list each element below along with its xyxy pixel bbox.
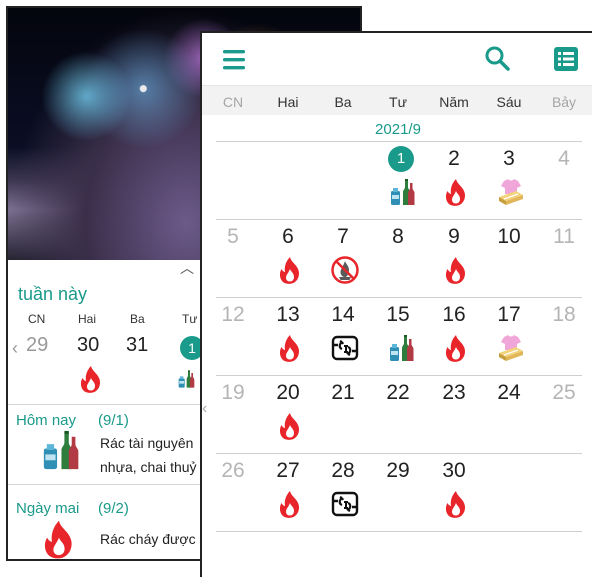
- calendar-day[interactable]: 26: [205, 459, 261, 483]
- weekday-mon: Hai: [277, 94, 299, 110]
- calendar-day[interactable]: 28: [315, 459, 371, 483]
- prev-week-icon[interactable]: ‹: [12, 338, 18, 359]
- bottles-icon: [386, 333, 416, 363]
- calendar-day[interactable]: 18: [536, 303, 592, 327]
- bottles-icon: [38, 428, 82, 472]
- calendar-day[interactable]: 15: [370, 303, 426, 327]
- calendar-day[interactable]: 17: [481, 303, 537, 327]
- row-divider: [216, 297, 582, 298]
- calendar-day[interactable]: 20: [260, 381, 316, 405]
- flame-icon: [38, 518, 80, 560]
- calendar-day[interactable]: 30: [426, 459, 482, 483]
- calendar-day[interactable]: 23: [426, 381, 482, 405]
- calendar-day[interactable]: 2: [426, 147, 482, 171]
- week-day[interactable]: 31: [126, 334, 148, 357]
- week-day[interactable]: 29: [26, 334, 48, 357]
- row-divider: [216, 375, 582, 376]
- calendar-day[interactable]: 21: [315, 381, 371, 405]
- tomorrow-date: (9/2): [98, 500, 129, 517]
- no-burn-icon: [330, 255, 360, 285]
- week-header-tue: Ba: [130, 312, 145, 326]
- calendar-day[interactable]: 16: [426, 303, 482, 327]
- list-icon[interactable]: [554, 47, 578, 71]
- clothes-icon: [496, 177, 526, 207]
- today-description-line1: Rác tài nguyên: [100, 435, 194, 451]
- week-header-sun: CN: [28, 312, 46, 326]
- flame-icon: [441, 177, 471, 207]
- calendar-screen: CN Hai Ba Tư Năm Sáu Bảy 2021/9 1 2 3 4 …: [200, 31, 592, 577]
- menu-icon[interactable]: [222, 49, 246, 71]
- calendar-day[interactable]: 9: [426, 225, 482, 249]
- calendar-day[interactable]: 7: [315, 225, 371, 249]
- weekday-header-row: CN Hai Ba Tư Năm Sáu Bảy: [202, 85, 592, 115]
- row-divider: [216, 141, 582, 142]
- weekday-sat: Bảy: [551, 94, 577, 110]
- flame-icon: [441, 489, 471, 519]
- flame-icon: [275, 333, 305, 363]
- flame-icon: [441, 255, 471, 285]
- tomorrow-label: Ngày mai: [16, 500, 80, 517]
- weekday-tue: Ba: [334, 94, 352, 110]
- today-description-line2: nhựa, chai thuỷ: [100, 459, 197, 475]
- weekday-thu: Năm: [439, 94, 469, 110]
- calendar-day[interactable]: 19: [205, 381, 261, 405]
- chevron-up-icon[interactable]: ︿: [180, 258, 194, 278]
- weekday-sun: CN: [222, 94, 244, 110]
- clothes-icon: [496, 333, 526, 363]
- flame-icon: [76, 364, 106, 394]
- calendar-day[interactable]: 13: [260, 303, 316, 327]
- flame-icon: [275, 411, 305, 441]
- calendar-day[interactable]: 4: [536, 147, 592, 171]
- toolbar: [202, 33, 592, 85]
- bottles-icon: [387, 177, 417, 207]
- row-divider: [216, 531, 582, 532]
- calendar-day-today[interactable]: 1: [388, 146, 414, 172]
- today-label: Hôm nay: [16, 412, 77, 429]
- calendar-day[interactable]: 10: [481, 225, 537, 249]
- calendar-day[interactable]: 12: [205, 303, 261, 327]
- tomorrow-description: Rác cháy được: [100, 531, 196, 547]
- week-header-wed: Tư: [182, 312, 198, 326]
- week-title: tuần này: [18, 284, 88, 304]
- calendar-day[interactable]: 11: [536, 225, 592, 249]
- calendar-day[interactable]: 3: [481, 147, 537, 171]
- calendar-day[interactable]: 24: [481, 381, 537, 405]
- calendar-day[interactable]: 5: [205, 225, 261, 249]
- flame-icon: [275, 255, 305, 285]
- search-icon[interactable]: [484, 45, 510, 71]
- flame-icon: [441, 333, 471, 363]
- calendar-day[interactable]: 6: [260, 225, 316, 249]
- weekday-fri: Sáu: [496, 94, 522, 110]
- calendar-day[interactable]: 8: [370, 225, 426, 249]
- month-label: 2021/9: [375, 121, 421, 138]
- weekday-wed: Tư: [389, 94, 407, 110]
- calendar-day[interactable]: 22: [370, 381, 426, 405]
- row-divider: [216, 453, 582, 454]
- recycle-icon: [330, 489, 360, 519]
- today-date: (9/1): [98, 412, 129, 429]
- week-header-mon: Hai: [78, 312, 97, 326]
- bottles-icon: [176, 364, 196, 394]
- row-divider: [216, 219, 582, 220]
- calendar-day[interactable]: 27: [260, 459, 316, 483]
- week-day[interactable]: 30: [77, 334, 99, 357]
- flame-icon: [275, 489, 305, 519]
- calendar-day[interactable]: 29: [370, 459, 426, 483]
- calendar-day[interactable]: 14: [315, 303, 371, 327]
- recycle-icon: [330, 333, 360, 363]
- calendar-day[interactable]: 25: [536, 381, 592, 405]
